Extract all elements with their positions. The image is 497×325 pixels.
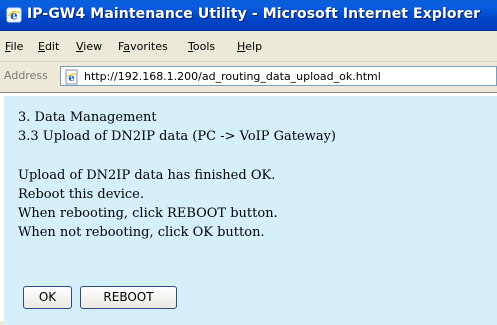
- title-bar: e IP-GW4 Maintenance Utility - Microsoft…: [0, 0, 497, 31]
- menu-file-rest: ile: [10, 40, 24, 53]
- message-line-2: Reboot this device.: [18, 187, 144, 202]
- menu-help[interactable]: Help: [237, 40, 262, 53]
- content-panel: 3. Data Management 3.3 Upload of DN2IP d…: [4, 96, 497, 325]
- reboot-button[interactable]: REBOOT: [80, 286, 177, 309]
- address-field[interactable]: e http://192.168.1.200/ad_routing_data_u…: [60, 66, 497, 86]
- page-content: 3. Data Management 3.3 Upload of DN2IP d…: [0, 92, 497, 325]
- internet-explorer-icon: e: [6, 7, 22, 23]
- menu-bar: File Edit View Favorites Tools Help: [0, 31, 497, 62]
- window-title: IP-GW4 Maintenance Utility - Microsoft I…: [27, 6, 481, 22]
- message-line-4: When not rebooting, click OK button.: [18, 225, 265, 240]
- menu-tools-rest: ools: [192, 40, 216, 53]
- address-bar: Address e http://192.168.1.200/ad_routin…: [0, 62, 497, 89]
- address-url[interactable]: http://192.168.1.200/ad_routing_data_upl…: [84, 70, 381, 83]
- page-subheading: 3.3 Upload of DN2IP data (PC -> VoIP Gat…: [18, 129, 337, 144]
- menu-favorites[interactable]: Favorites: [118, 40, 168, 53]
- address-label: Address: [4, 69, 48, 82]
- menu-view[interactable]: View: [76, 40, 102, 53]
- menu-file[interactable]: File: [5, 40, 23, 53]
- menu-edit[interactable]: Edit: [38, 40, 59, 53]
- menu-edit-rest: dit: [44, 40, 60, 53]
- ie-page-icon: e: [65, 69, 78, 85]
- message-line-3: When rebooting, click REBOOT button.: [18, 206, 278, 221]
- svg-text:e: e: [10, 9, 18, 23]
- menu-tools[interactable]: Tools: [188, 40, 215, 53]
- menu-help-rest: elp: [245, 40, 263, 53]
- message-line-1: Upload of DN2IP data has finished OK.: [18, 168, 276, 183]
- ok-button[interactable]: OK: [23, 286, 72, 309]
- menu-view-rest: iew: [83, 40, 103, 53]
- menu-favorites-rest: vorites: [130, 40, 168, 53]
- page-heading: 3. Data Management: [18, 110, 157, 125]
